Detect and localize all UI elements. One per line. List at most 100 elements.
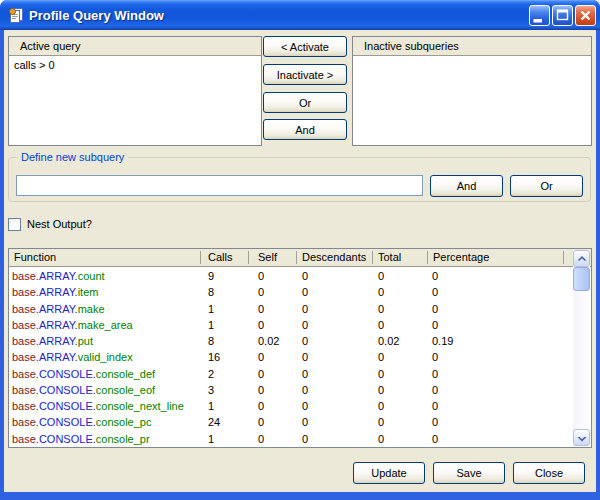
table-row[interactable]: base.CONSOLE.console_next_line 1 0 0 0 0 <box>9 398 574 414</box>
inactive-subqueries-panel: Inactive subqueries <box>352 36 592 146</box>
dialog-content: Active query calls > 0 < Activate Inacti… <box>4 30 596 492</box>
column-separator <box>372 251 373 264</box>
table-row[interactable]: base.CONSOLE.console_eof 3 0 0 0 0 <box>9 382 574 398</box>
inactivate-button[interactable]: Inactivate > <box>263 64 347 85</box>
close-dialog-button[interactable]: Close <box>513 462 585 484</box>
table-row[interactable]: base.ARRAY.put 8 0.02 0 0.02 0.19 <box>9 333 574 349</box>
cluster-name: base. <box>12 351 39 363</box>
self-cell: 0 <box>258 317 264 333</box>
table-row[interactable]: base.ARRAY.make 1 0 0 0 0 <box>9 301 574 317</box>
nest-output-label: Nest Output? <box>27 218 92 231</box>
self-cell: 0 <box>258 284 264 300</box>
update-button[interactable]: Update <box>353 462 425 484</box>
table-row[interactable]: base.CONSOLE.console_pr 1 0 0 0 0 <box>9 431 574 447</box>
total-cell: 0 <box>378 349 384 365</box>
self-cell: 0 <box>258 349 264 365</box>
minimize-icon <box>530 6 549 25</box>
function-table: Function Calls Self Descendants Total Pe… <box>8 248 592 448</box>
subquery-input[interactable] <box>16 175 423 196</box>
percentage-cell: 0 <box>432 431 438 447</box>
active-query-list[interactable]: calls > 0 <box>9 56 261 74</box>
descendants-cell: 0 <box>302 284 308 300</box>
class-name: ARRAY. <box>39 286 78 298</box>
column-header-function[interactable]: Function <box>14 249 56 267</box>
column-header-self[interactable]: Self <box>258 249 277 267</box>
function-cell: base.ARRAY.item <box>12 284 98 300</box>
feature-name: console_pc <box>96 416 152 428</box>
total-cell: 0 <box>378 398 384 414</box>
total-cell: 0 <box>378 268 384 284</box>
feature-name: item <box>78 286 99 298</box>
calls-cell: 1 <box>208 301 214 317</box>
table-row[interactable]: base.ARRAY.valid_index 16 0 0 0 0 <box>9 349 574 365</box>
close-icon <box>576 6 595 25</box>
feature-name: console_eof <box>96 384 155 396</box>
maximize-button[interactable] <box>552 5 573 26</box>
column-separator <box>563 251 564 264</box>
inactive-subqueries-list[interactable] <box>353 56 591 62</box>
column-separator <box>200 251 201 264</box>
descendants-cell: 0 <box>302 382 308 398</box>
percentage-cell: 0 <box>432 317 438 333</box>
save-button[interactable]: Save <box>433 462 505 484</box>
cluster-name: base. <box>12 286 39 298</box>
percentage-cell: 0 <box>432 349 438 365</box>
activate-button[interactable]: < Activate <box>263 36 347 57</box>
feature-name: make <box>78 303 105 315</box>
table-row[interactable]: base.CONSOLE.console_pc 24 0 0 0 0 <box>9 414 574 430</box>
self-cell: 0 <box>258 301 264 317</box>
descendants-cell: 0 <box>302 366 308 382</box>
and-button[interactable]: And <box>263 119 347 140</box>
cluster-name: base. <box>12 270 39 282</box>
self-cell: 0 <box>258 382 264 398</box>
titlebar: Profile Query Window <box>0 0 600 30</box>
feature-name: console_pr <box>96 433 150 445</box>
minimize-button[interactable] <box>529 5 550 26</box>
column-header-percentage[interactable]: Percentage <box>433 249 489 267</box>
column-separator <box>427 251 428 264</box>
total-cell: 0 <box>378 284 384 300</box>
maximize-icon <box>553 6 572 25</box>
cluster-name: base. <box>12 433 39 445</box>
table-row[interactable]: base.ARRAY.make_area 1 0 0 0 0 <box>9 317 574 333</box>
close-button[interactable] <box>575 5 596 26</box>
table-row[interactable]: base.CONSOLE.console_def 2 0 0 0 0 <box>9 366 574 382</box>
descendants-cell: 0 <box>302 431 308 447</box>
scroll-up-icon <box>577 255 588 264</box>
or-button[interactable]: Or <box>263 92 347 113</box>
active-query-header: Active query <box>9 37 261 56</box>
total-cell: 0.02 <box>378 333 399 349</box>
feature-name: put <box>78 335 93 347</box>
scroll-down-button[interactable] <box>573 429 590 446</box>
class-name: ARRAY. <box>39 351 78 363</box>
vertical-scrollbar[interactable] <box>573 250 590 446</box>
subquery-or-button[interactable]: Or <box>510 175 583 197</box>
scroll-down-icon <box>577 434 588 443</box>
class-name: ARRAY. <box>39 270 78 282</box>
function-cell: base.ARRAY.valid_index <box>12 349 133 365</box>
active-query-panel: Active query calls > 0 <box>8 36 262 146</box>
feature-name: valid_index <box>78 351 133 363</box>
calls-cell: 8 <box>208 284 214 300</box>
column-header-descendants[interactable]: Descendants <box>302 249 366 267</box>
column-header-total[interactable]: Total <box>378 249 401 267</box>
cluster-name: base. <box>12 319 39 331</box>
table-header: Function Calls Self Descendants Total Pe… <box>9 249 591 267</box>
table-row[interactable]: base.ARRAY.count 9 0 0 0 0 <box>9 268 574 284</box>
function-cell: base.CONSOLE.console_pc <box>12 414 151 430</box>
class-name: ARRAY. <box>39 303 78 315</box>
subquery-and-button[interactable]: And <box>430 175 503 197</box>
class-name: CONSOLE. <box>39 416 96 428</box>
class-name: CONSOLE. <box>39 384 96 396</box>
feature-name: make_area <box>78 319 133 331</box>
scroll-thumb[interactable] <box>573 267 590 291</box>
column-header-calls[interactable]: Calls <box>208 249 232 267</box>
table-row[interactable]: base.ARRAY.item 8 0 0 0 0 <box>9 284 574 300</box>
self-cell: 0 <box>258 414 264 430</box>
nest-output-checkbox[interactable] <box>8 218 21 231</box>
active-query-item[interactable]: calls > 0 <box>14 59 256 71</box>
calls-cell: 24 <box>208 414 220 430</box>
window-icon <box>8 7 24 23</box>
total-cell: 0 <box>378 414 384 430</box>
scroll-up-button[interactable] <box>573 250 590 267</box>
